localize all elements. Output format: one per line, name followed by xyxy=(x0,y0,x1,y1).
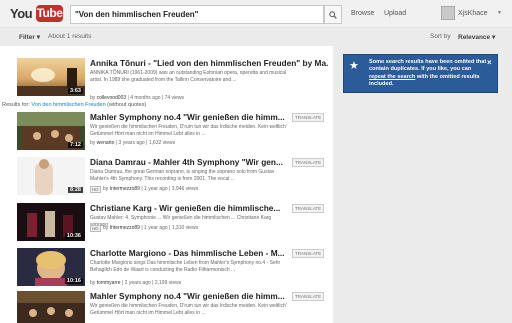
close-icon[interactable]: × xyxy=(487,58,492,67)
video-description: Diana Damrau, the great German soprano, … xyxy=(90,169,275,182)
video-title[interactable]: Annika Tõnuri - "Lied von den himmlische… xyxy=(90,58,328,68)
video-description: Wir genießen die himmlischen Freuden, D'… xyxy=(90,303,287,316)
thumbnail-image xyxy=(17,291,85,323)
video-meta: by wenarto | 3 years ago | 1,632 views xyxy=(90,140,176,146)
results-list: 3:63 Annika Tõnuri - "Lied von den himml… xyxy=(0,46,333,323)
video-meta: by Intermezzo89 | 1 year ago | 3,946 vie… xyxy=(103,186,199,192)
channel-link[interactable]: collevood003 xyxy=(97,95,126,101)
video-description: Charlotte Margiono sings Das himmlische … xyxy=(90,260,281,273)
video-duration: 10:16 xyxy=(64,278,83,284)
result-item[interactable]: Mahler Symphony no.4 "Wir genießen die h… xyxy=(0,291,333,323)
notice-text: Some search results have been omitted th… xyxy=(369,59,487,88)
video-meta: by Intermezzo89 | 1 year ago | 1,310 vie… xyxy=(103,225,199,231)
hd-badge: HD xyxy=(90,186,101,193)
result-item[interactable]: 10:36 Christiane Karg - Wir genießen die… xyxy=(0,203,333,251)
filter-bar: Filter ▾ About 1 results Sort by Relevan… xyxy=(0,28,512,46)
avatar[interactable] xyxy=(441,6,455,20)
sort-by-label: Sort by xyxy=(430,33,451,40)
video-description: ANNIKA TÕNURI (1961-2009) was an outstan… xyxy=(90,70,287,83)
video-duration: 7:12 xyxy=(67,142,83,148)
video-description: Wir genießen die himmlischen Freuden, D'… xyxy=(90,124,287,137)
filter-button[interactable]: Filter ▾ xyxy=(19,33,40,41)
results-for-line: Results for: Von den himmlischen Freuden… xyxy=(2,102,147,108)
video-duration: 10:36 xyxy=(64,233,83,239)
search-button[interactable] xyxy=(324,5,342,24)
chevron-down-icon[interactable]: ▼ xyxy=(497,10,502,16)
search-input[interactable]: "Von den himmlischen Freuden" xyxy=(70,5,324,24)
hd-badge: HD xyxy=(90,225,101,232)
upload-link[interactable]: Upload xyxy=(384,10,406,17)
video-thumbnail[interactable]: 10:36 xyxy=(17,203,85,241)
result-item[interactable]: 10:16 Charlotte Margiono - Das himmlisch… xyxy=(0,248,333,296)
channel-link[interactable]: wenarto xyxy=(97,140,115,146)
result-item[interactable]: 8:28 Diana Damrau - Mahler 4th Symphony … xyxy=(0,157,333,205)
video-meta: by tommyarre | 2 years ago | 2,199 views xyxy=(90,280,182,286)
translate-button[interactable]: TRANSLATE xyxy=(292,204,325,213)
video-thumbnail[interactable] xyxy=(17,291,85,323)
video-duration: 3:63 xyxy=(67,88,83,94)
star-icon: ★ xyxy=(349,60,359,72)
video-thumbnail[interactable]: 3:63 xyxy=(17,58,85,96)
translate-button[interactable]: TRANSLATE xyxy=(292,113,325,122)
video-thumbnail[interactable]: 10:16 xyxy=(17,248,85,286)
browse-link[interactable]: Browse xyxy=(351,10,374,17)
omitted-results-notice: ★ Some search results have been omitted … xyxy=(343,54,498,93)
video-duration: 8:28 xyxy=(67,187,83,193)
translate-button[interactable]: TRANSLATE xyxy=(292,292,325,301)
result-item[interactable]: 7:12 Mahler Symphony no.4 "Wir genießen … xyxy=(0,112,333,160)
channel-link[interactable]: Intermezzo89 xyxy=(110,225,140,231)
logo-you-text: You xyxy=(10,6,33,21)
youtube-logo[interactable]: You Tube xyxy=(10,5,63,24)
channel-link[interactable]: Intermezzo89 xyxy=(110,186,140,192)
results-count: About 1 results xyxy=(48,33,92,40)
result-item[interactable]: 3:63 Annika Tõnuri - "Lied von den himml… xyxy=(0,58,333,106)
video-thumbnail[interactable]: 8:28 xyxy=(17,157,85,195)
translate-button[interactable]: TRANSLATE xyxy=(292,249,325,258)
search-icon xyxy=(329,10,337,19)
spelling-query-link[interactable]: Von den himmlischen Freuden xyxy=(31,102,105,108)
translate-button[interactable]: TRANSLATE xyxy=(292,158,325,167)
video-thumbnail[interactable]: 7:12 xyxy=(17,112,85,150)
logo-tube-text: Tube xyxy=(36,5,63,22)
video-meta: by collevood003 | 4 months ago | 74 view… xyxy=(90,95,185,101)
repeat-search-link[interactable]: repeat the search xyxy=(369,74,415,80)
masthead: You Tube "Von den himmlischen Freuden" B… xyxy=(0,0,512,28)
username[interactable]: XjsKhace xyxy=(458,10,488,17)
channel-link[interactable]: tommyarre xyxy=(97,280,121,286)
sort-relevance-dropdown[interactable]: Relevance ▾ xyxy=(458,33,495,41)
